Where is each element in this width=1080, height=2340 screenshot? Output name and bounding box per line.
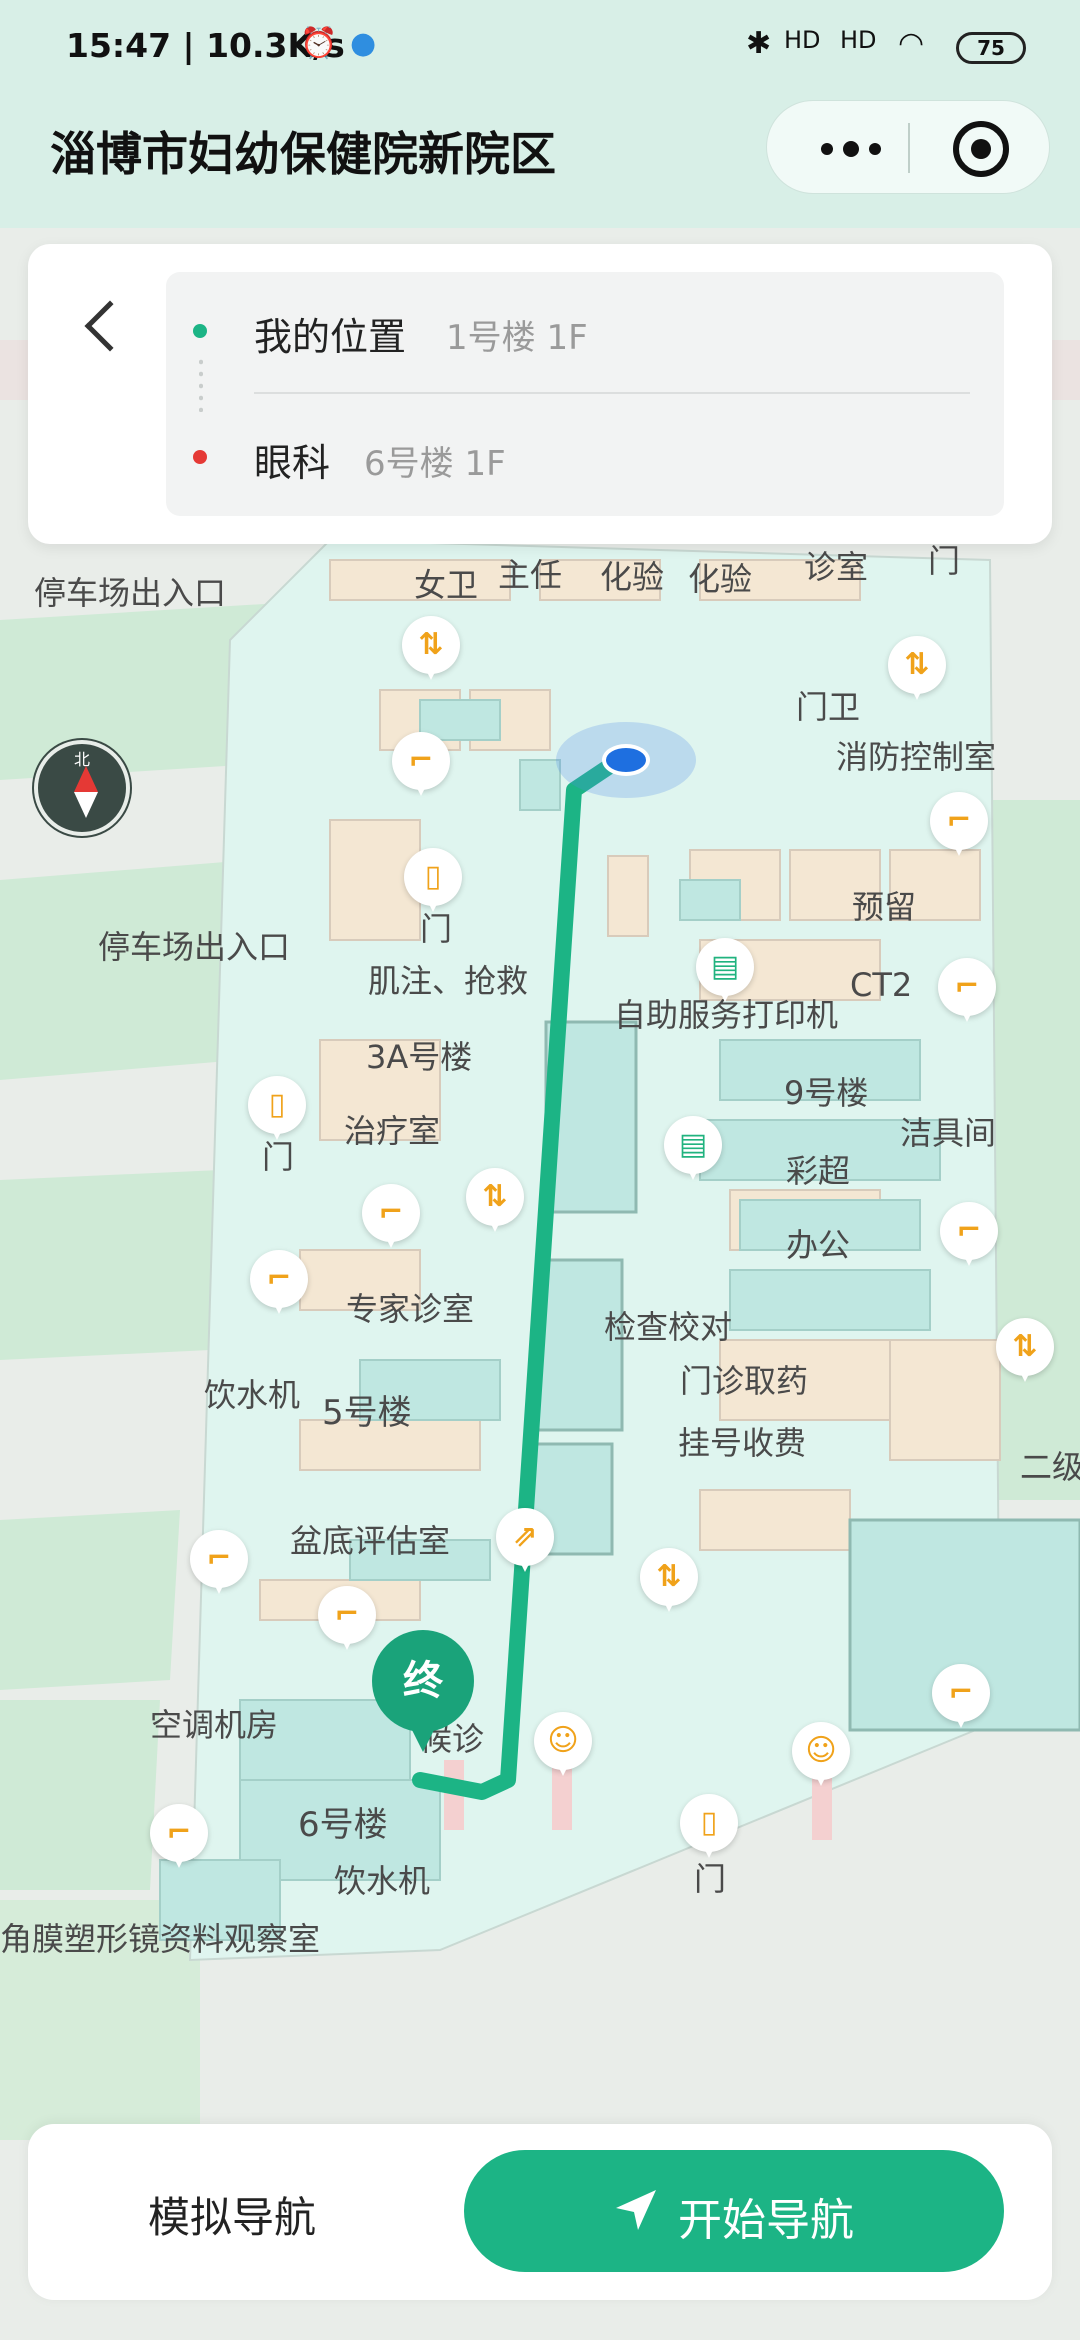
elevator-icon[interactable]: ⇅ xyxy=(640,1548,698,1612)
bottom-action-bar: 模拟导航 开始导航 xyxy=(28,2124,1052,2300)
map-label: 门卫 xyxy=(796,688,860,726)
printer-icon[interactable]: ▤ xyxy=(664,1116,722,1180)
map-label: 角膜塑形镜资料观察室 xyxy=(0,1920,320,1958)
route-separator xyxy=(254,392,970,394)
close-mini-program-button[interactable] xyxy=(953,121,1009,177)
map-label: 主任 xyxy=(498,556,562,594)
compass-needle-tail xyxy=(74,792,98,818)
destination-location: 6号楼 1F xyxy=(364,444,506,484)
stairs-icon[interactable]: ⌐ xyxy=(362,1184,420,1248)
map-label: 盆底评估室 xyxy=(290,1522,450,1560)
map-label: 二级 xyxy=(1020,1448,1080,1486)
map-label: 9号楼 xyxy=(784,1074,868,1112)
compass-needle xyxy=(74,766,98,792)
destination-dot-icon xyxy=(193,450,207,464)
dot-icon xyxy=(843,141,859,157)
map-label: 女卫 xyxy=(414,566,478,604)
wifi-icon: ◠ xyxy=(898,26,925,61)
map-label: 门 xyxy=(694,1860,726,1898)
map-label: 门诊取药 xyxy=(680,1362,808,1400)
destination-field[interactable]: 眼科 xyxy=(254,432,330,487)
origin-location: 1号楼 1F xyxy=(446,318,588,358)
signal-icon: HD xyxy=(840,26,877,54)
stairs-icon[interactable]: ⌐ xyxy=(318,1586,376,1650)
map-label: 检查校对 xyxy=(604,1308,732,1346)
stairs-icon[interactable]: ⌐ xyxy=(932,1664,990,1728)
start-navigation-button[interactable]: 开始导航 xyxy=(464,2150,1004,2272)
mini-program-capsule xyxy=(766,100,1050,194)
top-bar: 15:47 | 10.3K/s ⏰ ● ✱ HD HD ◠ 75 淄博市妇幼保健… xyxy=(0,0,1080,228)
map-label: 彩超 xyxy=(786,1152,850,1190)
stairs-icon[interactable]: ⌐ xyxy=(392,732,450,796)
elevator-icon[interactable]: ⇅ xyxy=(888,636,946,700)
navigation-arrow-icon xyxy=(616,2190,656,2230)
signal-icon: HD xyxy=(784,26,821,54)
more-button[interactable] xyxy=(797,101,907,195)
bluetooth-icon: ✱ xyxy=(746,26,772,61)
map-label: CT2 xyxy=(850,966,912,1004)
compass-icon[interactable]: 北 xyxy=(34,740,130,836)
map-label: 挂号收费 xyxy=(678,1424,806,1462)
map-label: 肌注、抢救 xyxy=(368,962,528,1000)
map-label: 空调机房 xyxy=(150,1706,278,1744)
map-label: 诊室 xyxy=(804,548,868,586)
qq-icon: ● xyxy=(350,26,377,61)
route-connector xyxy=(199,356,203,412)
map-label: 预留 xyxy=(852,888,916,926)
alarm-icon: ⏰ xyxy=(300,26,338,61)
map-label: 6号楼 xyxy=(298,1805,388,1845)
restroom-icon[interactable]: ☺ xyxy=(534,1712,592,1776)
map-label: 3A号楼 xyxy=(366,1038,472,1076)
map-label: 治疗室 xyxy=(344,1112,440,1150)
origin-field[interactable]: 我的位置 xyxy=(254,306,406,361)
elevator-icon[interactable]: ⇅ xyxy=(466,1168,524,1232)
stairs-icon[interactable]: ⌐ xyxy=(930,792,988,856)
dot-icon xyxy=(821,143,833,155)
map-label: 专家诊室 xyxy=(346,1290,474,1328)
battery-icon: 75 xyxy=(956,32,1026,64)
printer-icon[interactable]: ▤ xyxy=(696,938,754,1002)
door-icon[interactable]: ▯ xyxy=(404,848,462,912)
destination-marker[interactable]: 终 xyxy=(372,1630,474,1752)
start-navigation-label: 开始导航 xyxy=(678,2196,854,2245)
escalator-icon[interactable]: ⇗ xyxy=(496,1508,554,1572)
map-label: 门 xyxy=(928,542,960,580)
map-label: 门 xyxy=(262,1138,294,1176)
map-label: 消防控制室 xyxy=(836,738,996,776)
page-title: 淄博市妇幼保健院新院区 xyxy=(50,127,556,181)
stairs-icon[interactable]: ⌐ xyxy=(150,1804,208,1868)
map-label: 停车场出入口 xyxy=(98,928,290,966)
simulate-navigation-button[interactable]: 模拟导航 xyxy=(148,2184,316,2245)
stairs-icon[interactable]: ⌐ xyxy=(938,958,996,1022)
map-label: 办公 xyxy=(786,1226,850,1264)
elevator-icon[interactable]: ⇅ xyxy=(402,616,460,680)
map-label: 5号楼 xyxy=(322,1393,412,1433)
map-label: 化验 xyxy=(600,558,664,596)
capsule-divider xyxy=(908,123,910,173)
origin-dot-icon xyxy=(193,324,207,338)
map-label: 饮水机 xyxy=(334,1862,430,1900)
stairs-icon[interactable]: ⌐ xyxy=(250,1250,308,1314)
map-label: 停车场出入口 xyxy=(34,574,226,612)
dot-icon xyxy=(869,143,881,155)
door-icon[interactable]: ▯ xyxy=(680,1794,738,1858)
stairs-icon[interactable]: ⌐ xyxy=(940,1202,998,1266)
stairs-icon[interactable]: ⌐ xyxy=(190,1530,248,1594)
current-location-icon xyxy=(602,744,650,776)
map-label: 化验 xyxy=(688,560,752,598)
map-label: 门 xyxy=(420,910,452,948)
door-icon[interactable]: ▯ xyxy=(248,1076,306,1140)
elevator-icon[interactable]: ⇅ xyxy=(996,1318,1054,1382)
restroom-icon[interactable]: ☺ xyxy=(792,1722,850,1786)
map-label: 洁具间 xyxy=(900,1114,996,1152)
map-label: 饮水机 xyxy=(204,1376,300,1414)
status-bar: 15:47 | 10.3K/s ⏰ ● ✱ HD HD ◠ 75 xyxy=(0,0,1080,90)
